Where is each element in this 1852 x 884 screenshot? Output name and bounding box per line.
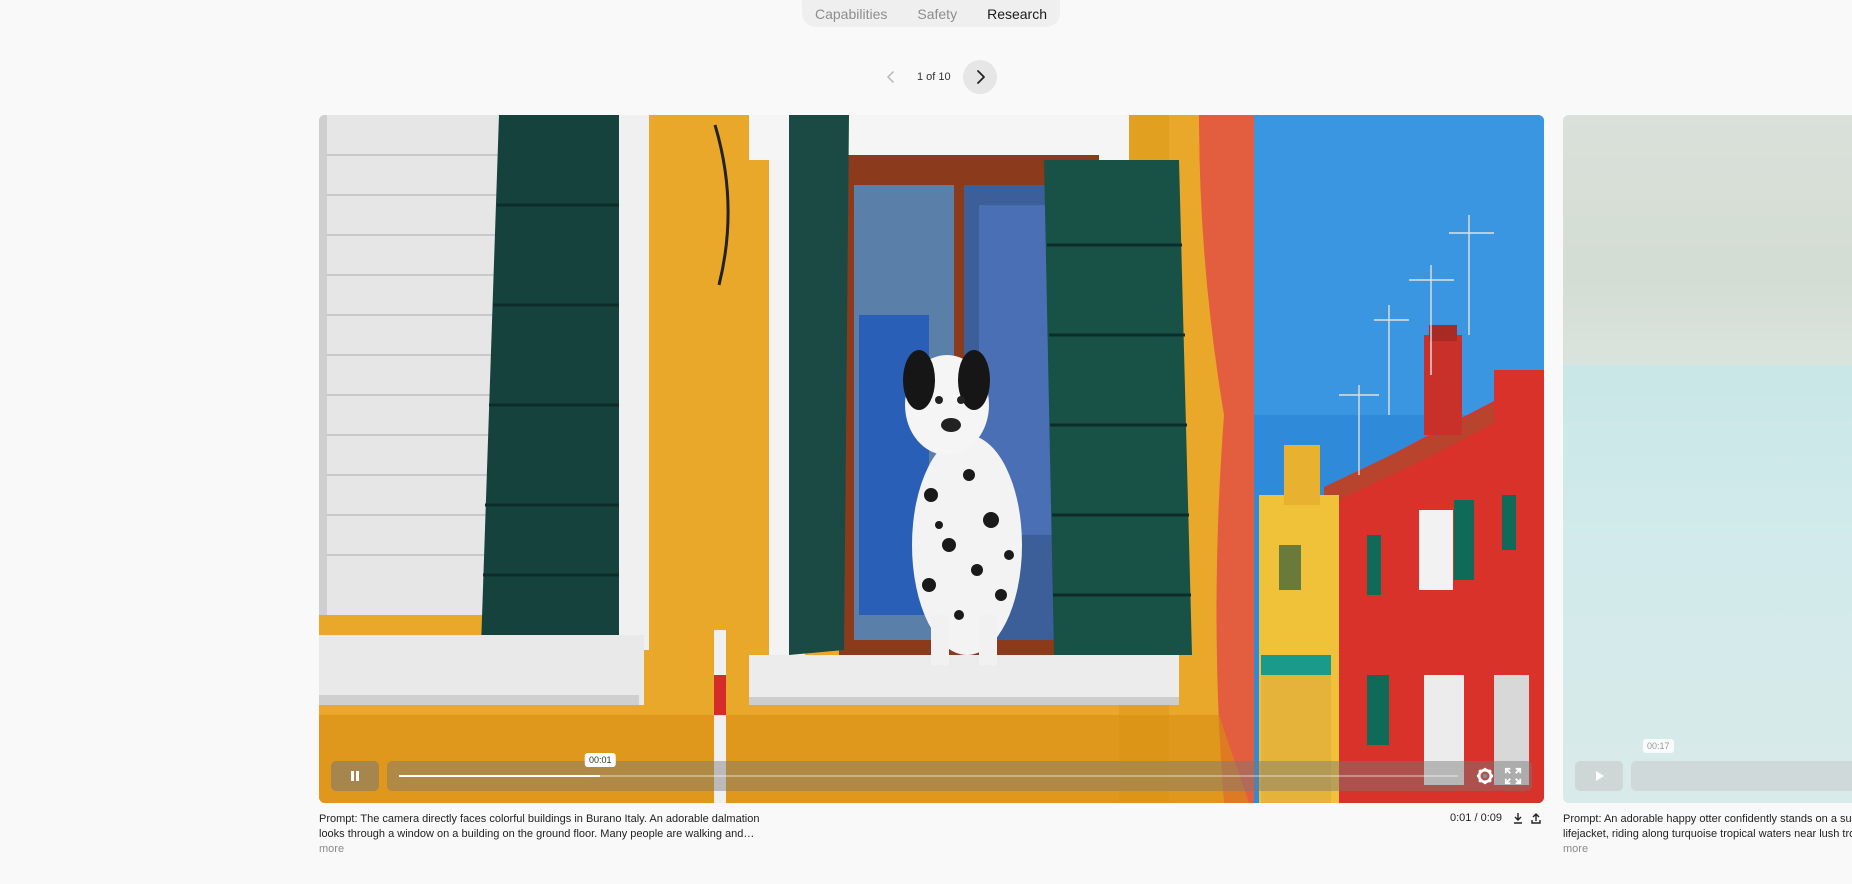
tab-capabilities[interactable]: Capabilities <box>815 6 887 22</box>
video-caption: Prompt: The camera directly faces colorf… <box>319 812 760 857</box>
time-display: 0:01 / 0:09 <box>1450 812 1502 824</box>
more-link-next[interactable]: more <box>1563 842 1852 857</box>
section-tabs: Capabilities Safety Research <box>802 0 1060 27</box>
pause-icon <box>351 771 359 781</box>
previous-button[interactable] <box>877 60 905 94</box>
video-meta: 0:01 / 0:09 <box>1450 812 1542 824</box>
tab-safety[interactable]: Safety <box>917 6 957 22</box>
next-button[interactable] <box>962 60 997 94</box>
video-frame <box>319 115 1544 803</box>
page-indicator: 1 of 10 <box>917 71 951 83</box>
prompt-text-line1: Prompt: The camera directly faces colorf… <box>319 813 760 825</box>
fullscreen-icon[interactable] <box>1504 767 1522 785</box>
pause-button[interactable] <box>331 761 379 791</box>
time-tooltip-next: 00:17 <box>1643 739 1674 753</box>
gear-icon[interactable] <box>1476 767 1494 785</box>
progress-bar[interactable]: 00:01 <box>387 753 1532 791</box>
prompt-text-line1-next: Prompt: An adorable happy otter confiden… <box>1563 813 1852 825</box>
share-icon[interactable] <box>1530 812 1542 824</box>
video-caption-next: Prompt: An adorable happy otter confiden… <box>1563 812 1852 857</box>
more-link[interactable]: more <box>319 842 749 857</box>
progress-fill <box>399 775 601 777</box>
prompt-text-line2: looks through a window on a building on … <box>319 828 755 840</box>
tab-research[interactable]: Research <box>987 6 1047 22</box>
video-player-next[interactable]: 00:17 <box>1563 115 1852 803</box>
video-controls: 00:01 <box>331 753 1532 791</box>
carousel-pager: 1 of 10 <box>877 60 997 94</box>
play-button[interactable] <box>1575 761 1623 791</box>
progress-bar-next[interactable]: 00:17 <box>1631 739 1852 791</box>
prompt-text-line2-next: lifejacket, riding along turquoise tropi… <box>1563 828 1852 840</box>
chevron-left-icon <box>887 71 894 83</box>
chevron-right-icon <box>976 70 985 84</box>
video-controls-next: 00:17 <box>1575 739 1852 791</box>
download-icon[interactable] <box>1512 812 1524 824</box>
video-player[interactable]: 00:01 <box>319 115 1544 803</box>
progress-track: 00:01 <box>399 753 1458 777</box>
time-tooltip: 00:01 <box>584 753 616 767</box>
play-icon <box>1596 771 1604 781</box>
